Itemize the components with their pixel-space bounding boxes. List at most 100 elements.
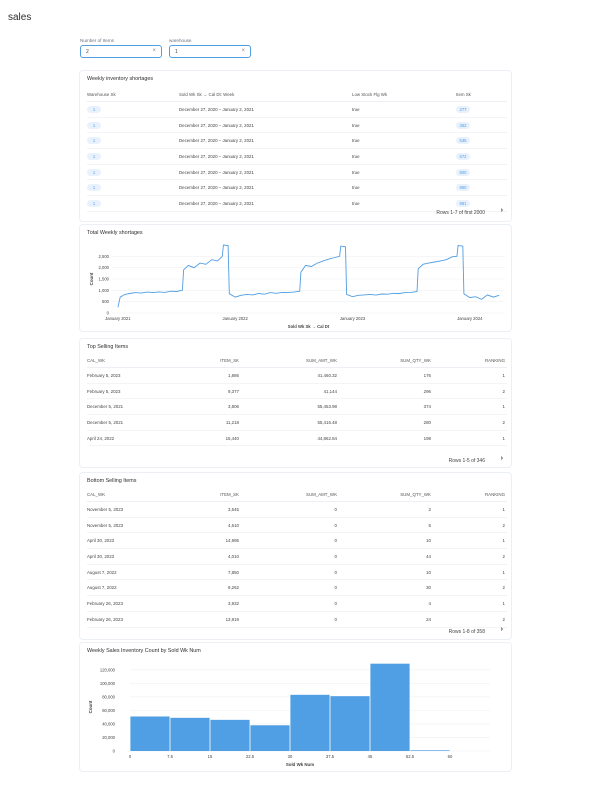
id-pill[interactable]: 800 bbox=[456, 168, 470, 176]
filter-label: warehouse bbox=[169, 38, 192, 43]
table-cell: 0 bbox=[241, 595, 339, 612]
id-pill[interactable]: 1 bbox=[87, 152, 101, 160]
table-cell: February 5, 2023 bbox=[87, 367, 187, 384]
table-row[interactable]: April 30, 2023 4,010 0 44 2 bbox=[87, 548, 507, 565]
id-pill[interactable]: 572 bbox=[456, 152, 470, 160]
x-tick-label: 52.5 bbox=[406, 754, 415, 759]
column-header[interactable]: SUM_AMT_WK bbox=[241, 353, 339, 368]
column-header[interactable]: ITEM_SK bbox=[187, 353, 241, 368]
table-cell: 0 bbox=[241, 611, 339, 628]
y-axis-label: Count bbox=[89, 272, 94, 285]
column-header[interactable]: Item Sk bbox=[456, 87, 507, 102]
table-cell: 9,262 bbox=[187, 579, 241, 597]
table-cell: 1 bbox=[87, 148, 179, 165]
id-pill[interactable]: 981 bbox=[456, 199, 470, 207]
column-header[interactable]: SUM_QTY_WK bbox=[339, 353, 433, 368]
table-row[interactable]: August 7, 2022 7,850 0 10 1 bbox=[87, 564, 507, 581]
table-row[interactable]: December 5, 2021 11,218 55,416.48 280 2 bbox=[87, 414, 507, 431]
table-row[interactable]: 1 December 27, 2020 – January 2, 2021 true… bbox=[87, 101, 507, 118]
column-header[interactable]: RANKING bbox=[433, 487, 507, 502]
table-row[interactable]: December 5, 2021 3,806 55,453.98 374 1 bbox=[87, 398, 507, 416]
table-cell: 30 bbox=[339, 579, 433, 597]
table-row[interactable]: April 30, 2023 14,995 0 10 1 bbox=[87, 532, 507, 550]
table-row[interactable]: 1 December 27, 2020 – January 2, 2021 true… bbox=[87, 164, 507, 181]
table-cell: 374 bbox=[339, 398, 433, 416]
warehouse-input[interactable]: 1 × bbox=[169, 45, 251, 58]
x-tick-label: January 2021 bbox=[105, 316, 131, 321]
next-page-icon[interactable]: › bbox=[501, 207, 503, 214]
id-pill[interactable]: 950 bbox=[456, 184, 470, 192]
id-pill[interactable]: 535 bbox=[456, 137, 470, 145]
column-header[interactable]: CAL_WK bbox=[87, 353, 187, 368]
id-pill[interactable]: 1 bbox=[87, 168, 101, 176]
table-cell: February 26, 2023 bbox=[87, 611, 187, 628]
bar-chart[interactable]: 0 20,000 40,000 60,000 80,000 100,000 120,000 0… bbox=[80, 643, 511, 771]
next-page-icon[interactable]: › bbox=[501, 626, 503, 633]
table-cell: 535 bbox=[456, 132, 507, 150]
id-pill[interactable]: 277 bbox=[456, 105, 470, 113]
table-row[interactable]: 1 December 27, 2020 – January 2, 2021 true… bbox=[87, 179, 507, 197]
number-of-items-input[interactable]: 2 × bbox=[80, 45, 162, 58]
table-cell: 2 bbox=[339, 501, 433, 518]
column-header[interactable]: SUM_AMT_WK bbox=[241, 487, 339, 502]
clear-icon[interactable]: × bbox=[241, 48, 245, 54]
id-pill[interactable]: 1 bbox=[87, 121, 101, 129]
table-row[interactable]: February 5, 2023 9,377 41,144 296 2 bbox=[87, 383, 507, 400]
table-cell: February 26, 2023 bbox=[87, 595, 187, 612]
table-row[interactable]: February 26, 2023 3,932 0 4 1 bbox=[87, 595, 507, 612]
clear-icon[interactable]: × bbox=[152, 48, 156, 54]
id-pill[interactable]: 362 bbox=[456, 121, 470, 129]
table-row[interactable]: November 5, 2023 3,545 0 2 1 bbox=[87, 501, 507, 518]
column-header[interactable]: SUM_QTY_WK bbox=[339, 487, 433, 502]
weekly-shortages-table: Warehouse Sk Sold Wk Sk → Cal Dt: Week L… bbox=[87, 87, 507, 212]
column-header[interactable]: Sold Wk Sk → Cal Dt: Week bbox=[179, 87, 352, 102]
table-cell: 2 bbox=[433, 414, 507, 431]
id-pill[interactable]: 1 bbox=[87, 199, 101, 207]
id-pill[interactable]: 1 bbox=[87, 184, 101, 192]
weekly-shortages-card: Weekly inventory shortages Warehouse Sk … bbox=[79, 70, 512, 222]
table-row[interactable]: August 7, 2022 9,262 0 30 2 bbox=[87, 579, 507, 597]
table-cell: 55,453.98 bbox=[241, 398, 339, 416]
table-cell: 1 bbox=[87, 117, 179, 134]
table-cell: August 7, 2022 bbox=[87, 564, 187, 581]
table-cell: true bbox=[352, 195, 456, 212]
top-selling-table: CAL_WK ITEM_SK SUM_AMT_WK SUM_QTY_WK RAN… bbox=[87, 353, 507, 447]
table-cell: April 30, 2023 bbox=[87, 548, 187, 565]
table-cell: 55,416.48 bbox=[241, 414, 339, 431]
column-header[interactable]: Warehouse Sk bbox=[87, 87, 179, 102]
table-row[interactable]: February 26, 2023 13,919 0 24 2 bbox=[87, 611, 507, 628]
column-header[interactable]: CAL_WK bbox=[87, 487, 187, 502]
table-row[interactable]: 1 December 27, 2020 – January 2, 2021 true… bbox=[87, 195, 507, 212]
next-page-icon[interactable]: › bbox=[501, 455, 503, 462]
id-pill[interactable]: 1 bbox=[87, 137, 101, 145]
card-title: Top Selling Items bbox=[87, 344, 129, 350]
x-tick-label: 22.5 bbox=[246, 754, 255, 759]
table-cell: 44,862.84 bbox=[241, 430, 339, 447]
table-cell: 2 bbox=[433, 548, 507, 565]
line-chart[interactable]: 0 500 1,000 1,500 2,000 2,500 January 2021 Janu… bbox=[80, 225, 511, 331]
id-pill[interactable]: 1 bbox=[87, 105, 101, 113]
table-cell: 1 bbox=[433, 501, 507, 518]
histogram-bar bbox=[210, 719, 250, 751]
table-row[interactable]: 1 December 27, 2020 – January 2, 2021 true… bbox=[87, 148, 507, 165]
table-row[interactable]: November 5, 2023 4,610 0 6 2 bbox=[87, 517, 507, 534]
table-cell: 2 bbox=[433, 517, 507, 534]
column-header[interactable]: ITEM_SK bbox=[187, 487, 241, 502]
table-cell: true bbox=[352, 179, 456, 197]
table-cell: 362 bbox=[456, 117, 507, 134]
column-header[interactable]: Low Stock Flg Wk bbox=[352, 87, 456, 102]
table-row[interactable]: 1 December 27, 2020 – January 2, 2021 true… bbox=[87, 117, 507, 134]
x-tick-label: January 2023 bbox=[340, 316, 366, 321]
table-header-row: CAL_WK ITEM_SK SUM_AMT_WK SUM_QTY_WK RAN… bbox=[87, 353, 507, 368]
x-tick-label: 30 bbox=[288, 754, 293, 759]
histogram-bar bbox=[250, 725, 290, 751]
table-row[interactable]: 1 December 27, 2020 – January 2, 2021 true… bbox=[87, 132, 507, 150]
table-cell: 2 bbox=[433, 383, 507, 400]
column-header[interactable]: RANKING bbox=[433, 353, 507, 368]
bottom-selling-table: CAL_WK ITEM_SK SUM_AMT_WK SUM_QTY_WK RAN… bbox=[87, 487, 507, 628]
table-row[interactable]: February 5, 2023 1,886 41,460.32 176 1 bbox=[87, 367, 507, 384]
table-cell: April 30, 2023 bbox=[87, 532, 187, 550]
table-cell: 0 bbox=[241, 517, 339, 534]
table-row[interactable]: April 24, 2022 15,440 44,862.84 198 1 bbox=[87, 430, 507, 447]
x-tick-label: 15 bbox=[208, 754, 213, 759]
